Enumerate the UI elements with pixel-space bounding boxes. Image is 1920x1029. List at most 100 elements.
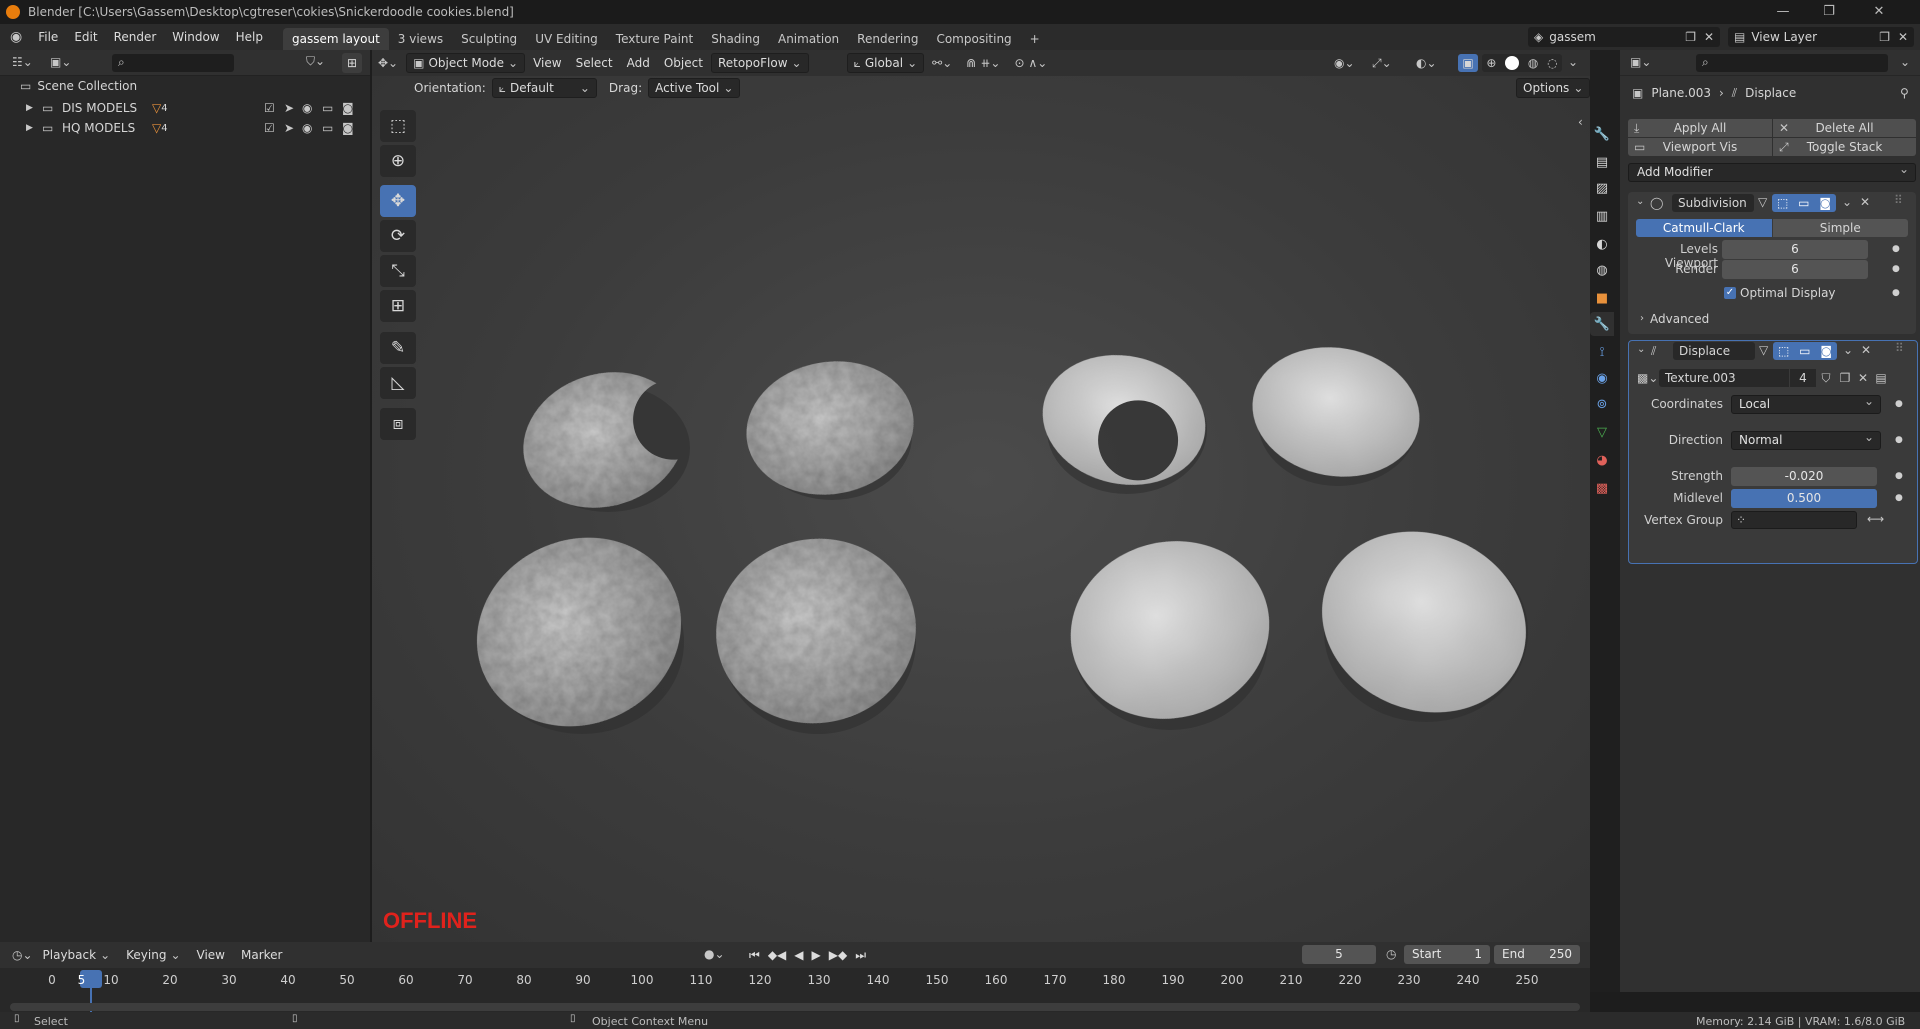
- prev-keyframe-icon[interactable]: ◆◀: [765, 945, 789, 965]
- selectable-icon[interactable]: ➤: [284, 102, 294, 114]
- render-camera-icon[interactable]: ◙: [342, 122, 354, 134]
- keyframe-dot-icon[interactable]: ●: [1892, 264, 1900, 274]
- options-icon[interactable]: ⌄: [1900, 56, 1910, 68]
- duplicate-scene-icon[interactable]: ❐: [1685, 31, 1696, 43]
- exclude-checkbox[interactable]: ☑: [264, 102, 275, 114]
- transform-orientation-selector[interactable]: ⟀ Global ⌄: [846, 53, 925, 73]
- midlevel-slider[interactable]: 0.500: [1731, 489, 1877, 508]
- outliner-row[interactable]: ▶ ▭ HQ MODELS ▽ 4 ☑ ➤ ◉ ▭ ◙: [26, 119, 366, 137]
- duplicate-texture-icon[interactable]: ❐: [1836, 372, 1854, 384]
- material-shading-icon[interactable]: ◍: [1528, 57, 1538, 69]
- cookie-large-smooth[interactable]: [1051, 519, 1290, 741]
- maximize-button[interactable]: ❐: [1806, 0, 1852, 24]
- start-frame-field[interactable]: Start 1: [1404, 945, 1490, 964]
- menu-view[interactable]: View: [527, 53, 567, 73]
- viewport-editor-type[interactable]: ✥⌄: [372, 53, 404, 73]
- coordinates-dropdown[interactable]: Local: [1731, 393, 1881, 414]
- modifier-tab-icon[interactable]: 🔧: [1590, 312, 1614, 336]
- expand-arrow-icon[interactable]: ▶: [26, 123, 42, 133]
- new-collection-icon[interactable]: ⊞: [342, 53, 362, 73]
- scene-selector[interactable]: ◈ gassem ❐ ✕: [1528, 27, 1720, 47]
- material-tab-icon[interactable]: ◕: [1590, 448, 1614, 472]
- pivot-point-selector[interactable]: ⚯⌄: [926, 53, 958, 73]
- texture-properties-icon[interactable]: ▤: [1872, 372, 1890, 384]
- tab-simple[interactable]: Simple: [1772, 219, 1908, 237]
- preview-range-clock-icon[interactable]: ◷: [1386, 948, 1396, 960]
- tool-tab-icon[interactable]: 🔧: [1590, 122, 1614, 146]
- visibility-selector[interactable]: ◉⌄: [1328, 53, 1361, 73]
- texture-users-count[interactable]: 4: [1790, 369, 1816, 387]
- strength-field[interactable]: -0.020: [1731, 467, 1877, 486]
- checker-texture-icon[interactable]: ▩⌄: [1637, 372, 1659, 384]
- pin-icon[interactable]: ⚲: [1900, 87, 1909, 99]
- expand-arrow-icon[interactable]: ▶: [26, 103, 42, 113]
- exclude-checkbox[interactable]: ☑: [264, 122, 275, 134]
- delete-all-button[interactable]: ✕ Delete All: [1773, 119, 1916, 137]
- visibility-eye-icon[interactable]: ◉: [302, 102, 312, 114]
- render-tab-icon[interactable]: ▤: [1590, 150, 1614, 174]
- snap-toggle[interactable]: ⋒ ⧺⌄: [960, 53, 1006, 73]
- texture-name-field[interactable]: Texture.003: [1659, 369, 1789, 387]
- realtime-monitor-icon[interactable]: ▭: [1799, 345, 1810, 357]
- shading-options-icon[interactable]: ⌄: [1568, 56, 1578, 68]
- filter-icon[interactable]: ⛉⌄: [306, 55, 325, 67]
- tab-catmull-clark[interactable]: Catmull-Clark: [1636, 219, 1772, 237]
- scene-tab-icon[interactable]: ◐: [1590, 232, 1614, 256]
- menu-edit[interactable]: Edit: [66, 24, 105, 50]
- levels-viewport-field[interactable]: 6: [1722, 240, 1868, 259]
- cookie-bitten-rough[interactable]: [506, 352, 703, 528]
- apply-all-button[interactable]: ⤓ Apply All: [1628, 119, 1772, 137]
- orientation-dropdown[interactable]: ⟀ Default ⌄: [491, 78, 597, 98]
- rendered-shading-icon[interactable]: ◌: [1547, 57, 1557, 69]
- physics-tab-icon[interactable]: ◉: [1590, 366, 1614, 390]
- properties-search-input[interactable]: ⌕: [1696, 54, 1888, 72]
- jump-end-icon[interactable]: ⏭: [852, 945, 869, 965]
- display-mode-icon[interactable]: ▣⌄: [50, 56, 71, 68]
- drag-dropdown[interactable]: Active Tool ⌄: [648, 78, 741, 98]
- collapse-arrow-icon[interactable]: ⌄: [1637, 345, 1645, 355]
- menu-select[interactable]: Select: [570, 53, 619, 73]
- render-levels-field[interactable]: 6: [1722, 260, 1868, 279]
- menu-add[interactable]: Add: [621, 53, 656, 73]
- menu-window[interactable]: Window: [164, 24, 227, 50]
- keyframe-dot-icon[interactable]: ●: [1895, 493, 1903, 503]
- play-icon[interactable]: ▶: [809, 945, 824, 965]
- menu-file[interactable]: File: [30, 24, 66, 50]
- render-camera-icon[interactable]: ◙: [342, 102, 354, 114]
- edit-mode-toggle-icon[interactable]: ▽: [1758, 196, 1767, 208]
- render-camera-icon[interactable]: ◙: [1820, 345, 1832, 357]
- editor-type-icon[interactable]: ▣⌄: [1630, 56, 1651, 68]
- keyframe-dot-icon[interactable]: ●: [1892, 244, 1900, 254]
- tab-3-views[interactable]: 3 views: [389, 28, 452, 50]
- jump-start-icon[interactable]: ⏮: [746, 945, 763, 965]
- menu-marker[interactable]: Marker: [235, 945, 288, 965]
- unlink-texture-icon[interactable]: ✕: [1854, 372, 1872, 384]
- tab-animation[interactable]: Animation: [769, 28, 848, 50]
- constraints-tab-icon[interactable]: ⊚: [1590, 392, 1614, 416]
- particles-tab-icon[interactable]: ⟟: [1590, 340, 1614, 364]
- play-reverse-icon[interactable]: ◀: [791, 945, 806, 965]
- editor-type-icon[interactable]: ☷⌄: [12, 56, 33, 68]
- data-tab-icon[interactable]: ▽: [1590, 420, 1614, 444]
- edit-mode-toggle-icon[interactable]: ▽: [1759, 344, 1768, 356]
- outliner-row[interactable]: ▶ ▭ DIS MODELS ▽ 4 ☑ ➤ ◉ ▭ ◙: [26, 99, 366, 117]
- timeline-editor-icon[interactable]: ◷⌄: [12, 949, 33, 961]
- menu-keying[interactable]: Keying ⌄: [120, 945, 186, 965]
- menu-timeline-view[interactable]: View: [191, 945, 231, 965]
- remove-modifier-icon[interactable]: ✕: [1860, 196, 1870, 208]
- mode-selector[interactable]: ▣ Object Mode ⌄: [406, 53, 526, 73]
- selectable-icon[interactable]: ➤: [284, 122, 294, 134]
- drag-handle-icon[interactable]: ⠿: [1894, 194, 1903, 206]
- keyframe-dot-icon[interactable]: ●: [1895, 435, 1903, 445]
- cookie-smooth[interactable]: [1242, 334, 1430, 489]
- advanced-subpanel[interactable]: › Advanced: [1640, 312, 1709, 326]
- fake-user-shield-icon[interactable]: ⛉: [1816, 372, 1836, 384]
- menu-playback[interactable]: Playback ⌄: [37, 945, 117, 965]
- vertex-group-field[interactable]: ⁘: [1731, 511, 1857, 529]
- gizmo-toggle[interactable]: ⤢⌄: [1366, 53, 1398, 73]
- remove-scene-icon[interactable]: ✕: [1704, 31, 1714, 43]
- end-frame-field[interactable]: End 250: [1494, 945, 1580, 964]
- cookie-cracked-rough[interactable]: [702, 523, 931, 739]
- subdivision-name-field[interactable]: Subdivision: [1672, 194, 1754, 212]
- cookie-large-smooth-right[interactable]: [1295, 501, 1554, 742]
